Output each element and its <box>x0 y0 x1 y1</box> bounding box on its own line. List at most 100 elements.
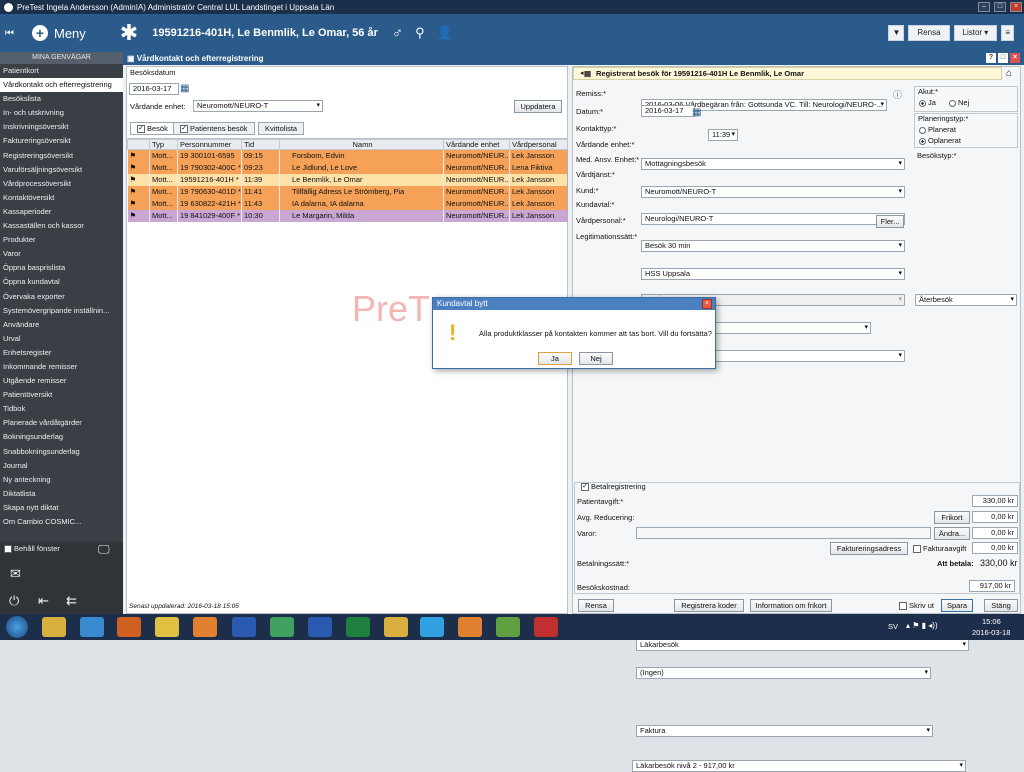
sidebar-item[interactable]: Urval <box>0 332 123 346</box>
sidebar-item[interactable]: Tidbok <box>0 402 123 416</box>
power-icon[interactable]: ⏻ <box>9 593 19 609</box>
time-input[interactable]: 11:39 <box>708 129 738 141</box>
calendar-icon[interactable]: ▦ <box>180 83 189 94</box>
taskbar-app4-icon[interactable] <box>496 617 520 637</box>
besoksdatum-input[interactable]: 2016-03-17 <box>129 83 179 95</box>
field-input[interactable]: 2016-03-17 <box>641 105 695 117</box>
sidebar-item[interactable]: Faktureringsöversikt <box>0 134 123 148</box>
sidebar-item[interactable]: Ny anteckning <box>0 473 123 487</box>
stang-button[interactable]: Stäng <box>984 599 1018 612</box>
sidebar-item[interactable]: Övervaka exporter <box>0 290 123 304</box>
sidebar-item[interactable]: Systemövergripande inställnin... <box>0 304 123 318</box>
minimize-button[interactable]: – <box>978 2 990 12</box>
sidebar-item[interactable]: In- och utskrivning <box>0 106 123 120</box>
taskbar-ie-icon[interactable] <box>80 617 104 637</box>
sidebar-item[interactable]: Inkommande remisser <box>0 360 123 374</box>
sidebar-item[interactable]: Utgående remisser <box>0 374 123 388</box>
table-row[interactable]: ⚑ Mott... 19 300101-6595 09:15 Forsbom, Edvi… <box>127 149 568 162</box>
taskbar-outlook-icon[interactable] <box>232 617 256 637</box>
location-icon[interactable]: ⚲ <box>415 25 425 41</box>
col-namn[interactable]: Namn <box>279 139 444 150</box>
besokstyp-select[interactable]: Återbesök <box>915 294 1017 306</box>
varor-input[interactable] <box>636 527 931 539</box>
sidebar-item[interactable]: Diktatlista <box>0 487 123 501</box>
sidebar-item[interactable]: Varuförsäljningsöversikt <box>0 163 123 177</box>
table-row[interactable]: ⚑ Mott... 19 630822-421H * 11:43 IA dalarna,… <box>127 197 568 210</box>
faktureringsadress-button[interactable]: Faktureringsadress <box>830 542 908 555</box>
field-input[interactable]: Besök 30 min <box>641 240 905 252</box>
sidebar-item[interactable]: Besökslista <box>0 92 123 106</box>
field-input[interactable]: Neurologi/NEURO-T <box>641 213 905 225</box>
sidebar-item[interactable]: Skapa nytt diktat <box>0 501 123 515</box>
sidebar-item[interactable]: Vårdkontakt och efterregistrering <box>0 78 123 93</box>
sidebar-item[interactable]: Kontaktöversikt <box>0 191 123 205</box>
field-input[interactable]: Neuromott/NEURO-T <box>641 186 905 198</box>
rensa-button[interactable]: Rensa <box>578 599 614 612</box>
akut-nej-radio[interactable]: Nej <box>949 98 969 107</box>
vardande-select[interactable]: Neuromott/NEURO-T <box>193 100 323 112</box>
sidebar-item[interactable]: Journal <box>0 459 123 473</box>
module-help-button[interactable]: ? <box>986 53 996 63</box>
back-icon[interactable]: ⇇ <box>66 593 77 609</box>
dialog-ja-button[interactable]: Ja <box>538 352 572 365</box>
sidebar-item[interactable]: Produkter <box>0 233 123 247</box>
taskbar-explorer-icon[interactable] <box>42 617 66 637</box>
sidebar-item[interactable]: Bokningsunderlag <box>0 430 123 444</box>
monitor-icon[interactable]: 🖵 <box>98 542 110 557</box>
taskbar-folder-icon[interactable] <box>384 617 408 637</box>
sidebar-item[interactable]: Användare <box>0 318 123 332</box>
akut-ja-radio[interactable]: Ja <box>919 98 936 107</box>
field-input[interactable]: Mottagningsbesök <box>641 158 905 170</box>
sidebar-item[interactable]: Registreringsöversikt <box>0 149 123 163</box>
info-icon[interactable]: ⓘ <box>893 88 902 101</box>
taskbar-app-icon[interactable] <box>193 617 217 637</box>
avg-select[interactable]: (Ingen) <box>636 667 931 679</box>
table-row[interactable]: ⚑ Mott... 19 841029-400F * 10:30 Le Margarin… <box>127 209 568 222</box>
sidebar-item[interactable]: Inskrivningsöversikt <box>0 120 123 134</box>
fakturaavgift-checkbox[interactable]: Fakturaavgift <box>913 544 966 554</box>
col-vardande-enhet[interactable]: Vårdande enhet <box>443 139 510 150</box>
taskbar-app3-icon[interactable] <box>458 617 482 637</box>
module-restore-button[interactable]: □ <box>998 53 1008 63</box>
home-icon[interactable]: ⌂ <box>1006 68 1012 79</box>
dropdown-icon[interactable]: ▼ <box>888 25 905 41</box>
patientavgift-select[interactable]: Läkarbesök <box>636 639 969 651</box>
frikort-button[interactable]: Frikort <box>934 511 970 524</box>
col-personnummer[interactable]: Personnummer <box>177 139 242 150</box>
behall-checkbox[interactable]: Behåll fönster <box>4 544 60 554</box>
sidebar-item[interactable]: Öppna basprislista <box>0 261 123 275</box>
besokskostnad-select[interactable]: Läkarbesök nivå 2 - 917,00 kr <box>632 760 966 772</box>
person-icon[interactable]: 👤 <box>437 25 453 41</box>
sidebar-item[interactable]: Varor <box>0 247 123 261</box>
andra-button[interactable]: Ändra... <box>934 527 970 540</box>
logout-icon[interactable]: ⇤ <box>38 593 49 609</box>
taskbar-media-icon[interactable] <box>117 617 141 637</box>
sidebar-item[interactable]: Enhetsregister <box>0 346 123 360</box>
table-row[interactable]: ⚑ Mott... 19 790302-400C * 09:23 Le Jidlund,… <box>127 161 568 174</box>
menu-button[interactable]: + Meny <box>32 25 86 41</box>
taskbar-app2-icon[interactable] <box>270 617 294 637</box>
start-button[interactable] <box>6 616 28 638</box>
maximize-button[interactable]: □ <box>994 2 1006 12</box>
datum-calendar-icon[interactable]: ▦ <box>692 107 701 118</box>
tab-kvittolista[interactable]: Kvittolista <box>258 122 305 135</box>
table-row[interactable]: ⚑ Mott... 19591216-401H * 11:39 Le Benmlik, … <box>127 173 568 186</box>
mail-icon[interactable]: ✉ <box>10 566 21 582</box>
spara-button[interactable]: Spara <box>941 599 973 612</box>
list-icon[interactable]: ≡ <box>1001 25 1014 41</box>
planerat-radio[interactable]: Planerat <box>919 125 956 134</box>
dialog-close-icon[interactable]: × <box>702 299 712 309</box>
registrera-koder-button[interactable]: Registrera koder <box>674 599 744 612</box>
oplanerat-radio[interactable]: Oplanerat <box>919 136 961 145</box>
rensa-top-button[interactable]: Rensa <box>908 25 950 41</box>
sidebar-item[interactable]: Patientöversikt <box>0 388 123 402</box>
tab-patientens-besok[interactable]: ✓ Patientens besök <box>173 122 255 135</box>
sidebar-item[interactable]: Planerade vårdåtgärder <box>0 416 123 430</box>
fler-button[interactable]: Fler... <box>876 215 904 228</box>
field-input[interactable]: HSS Uppsala <box>641 268 905 280</box>
listor-button[interactable]: Listor ▾ <box>953 25 998 41</box>
sidebar-item[interactable]: Kassaställen och kassor <box>0 219 123 233</box>
betalningssatt-select[interactable]: Faktura <box>636 725 933 737</box>
sidebar-item[interactable]: Patientkort <box>0 64 123 78</box>
table-row[interactable]: ⚑ Mott... 19 790630-401D * 11:41 Tillfällig … <box>127 185 568 198</box>
